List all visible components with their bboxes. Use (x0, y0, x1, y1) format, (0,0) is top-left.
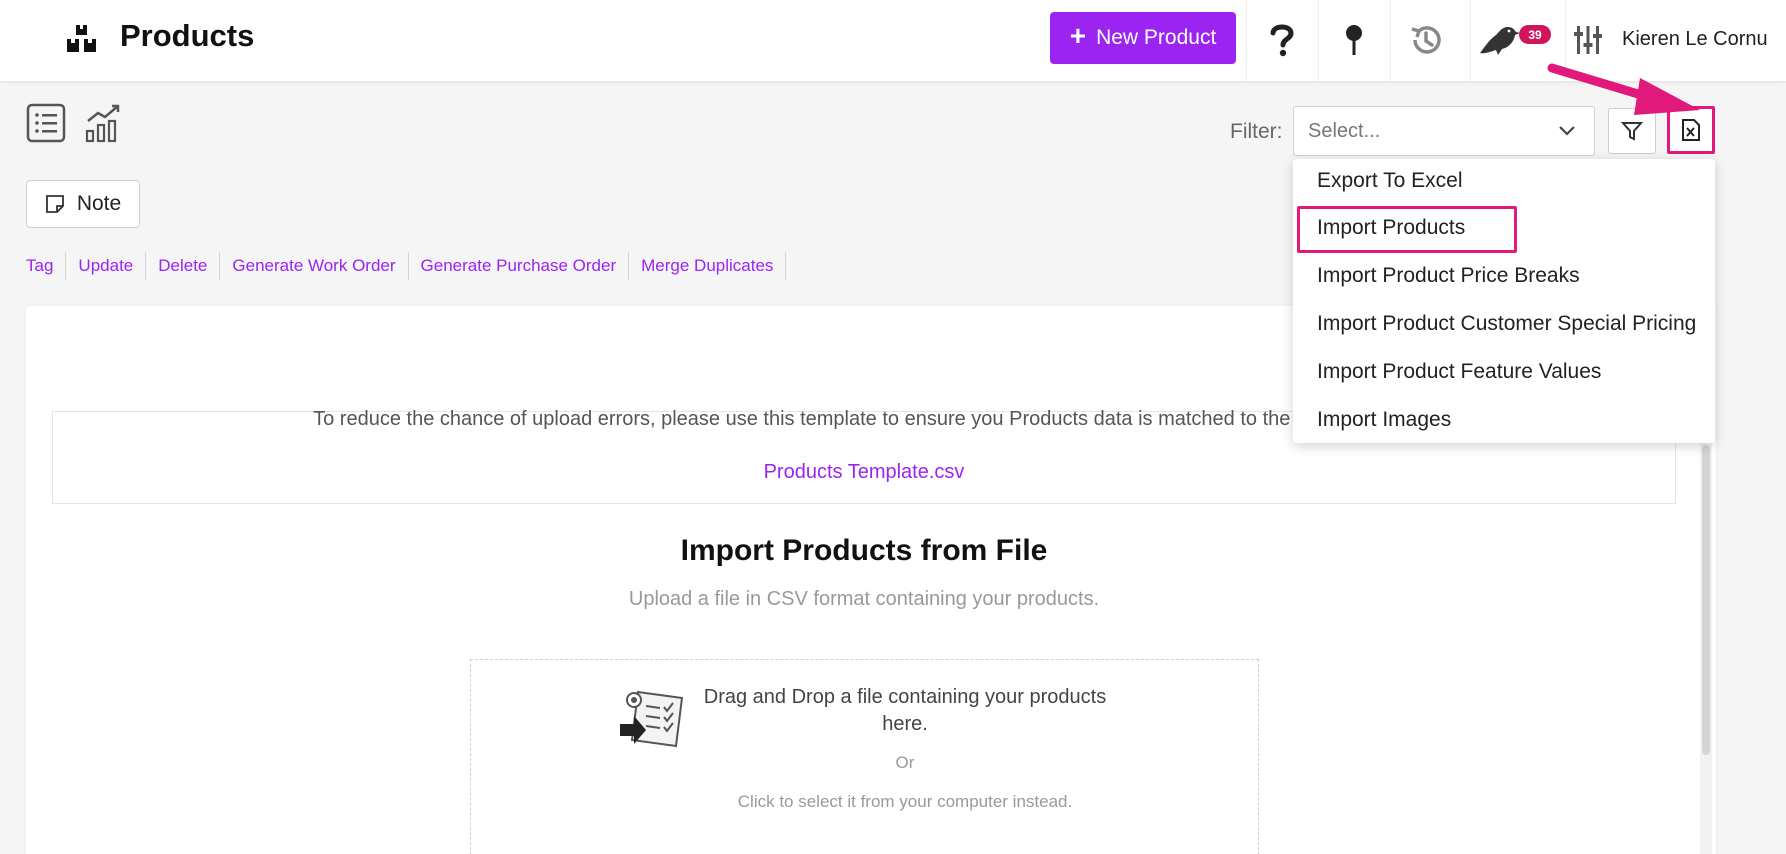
page-title: Products (120, 18, 255, 53)
settings-sliders-icon[interactable] (1566, 18, 1610, 62)
menu-item-import-special-pricing[interactable]: Import Product Customer Special Pricing (1317, 312, 1696, 336)
upload-checklist-icon (620, 690, 684, 748)
help-icon[interactable] (1260, 18, 1304, 62)
template-download-link[interactable]: Products Template.csv (0, 461, 1728, 484)
update-action[interactable]: Update (66, 252, 147, 280)
excel-file-icon (1682, 119, 1700, 141)
note-icon (45, 195, 64, 213)
menu-item-export-to-excel[interactable]: Export To Excel (1317, 169, 1463, 193)
pink-arrow-annotation (1547, 63, 1700, 115)
pin-icon[interactable] (1332, 18, 1376, 62)
menu-item-import-feature-values[interactable]: Import Product Feature Values (1317, 360, 1601, 384)
dropzone-click-text[interactable]: Click to select it from your computer in… (700, 792, 1110, 812)
plus-icon: + (1069, 20, 1087, 51)
bulk-action-links: Tag Update Delete Generate Work Order Ge… (26, 252, 787, 280)
menu-item-import-price-breaks[interactable]: Import Product Price Breaks (1317, 264, 1580, 288)
notification-badge: 39 (1519, 25, 1551, 44)
history-icon[interactable] (1404, 18, 1448, 62)
dropzone-or: Or (895, 753, 915, 772)
header-divider (1470, 0, 1471, 82)
new-product-button[interactable]: + New Product (1050, 12, 1236, 64)
funnel-icon (1621, 122, 1643, 141)
excel-dropdown-menu: Export To Excel Import Products Import P… (1293, 159, 1715, 443)
header-divider (1246, 0, 1247, 82)
delete-action[interactable]: Delete (146, 252, 221, 280)
header-divider (1318, 0, 1319, 82)
import-subtitle: Upload a file in CSV format containing y… (628, 588, 1100, 610)
note-button[interactable]: Note (26, 180, 140, 228)
generate-purchase-order-action[interactable]: Generate Purchase Order (409, 252, 630, 280)
generate-work-order-action[interactable]: Generate Work Order (220, 252, 409, 280)
header-divider (1390, 0, 1391, 82)
boxes-logo-icon (67, 25, 96, 52)
filter-label: Filter: (1230, 120, 1283, 143)
top-header: Products + New Product 39 Kieren Le Corn… (0, 0, 1786, 82)
chevron-down-icon (1559, 126, 1575, 136)
menu-item-import-products[interactable]: Import Products (1317, 216, 1465, 240)
import-title: Import Products from File (680, 534, 1048, 567)
list-view-icon[interactable] (26, 103, 66, 143)
bird-notifications-icon[interactable] (1476, 18, 1522, 62)
note-label: Note (76, 192, 122, 215)
chart-view-icon[interactable] (84, 103, 124, 143)
menu-item-import-images[interactable]: Import Images (1317, 408, 1451, 432)
new-product-label: New Product (1096, 26, 1217, 49)
filter-placeholder: Select... (1308, 120, 1381, 142)
dropzone-text: Drag and Drop a file containing your pro… (703, 686, 1107, 735)
user-name[interactable]: Kieren Le Cornu (1622, 28, 1768, 51)
tag-action[interactable]: Tag (26, 252, 67, 280)
merge-duplicates-action[interactable]: Merge Duplicates (629, 252, 787, 280)
